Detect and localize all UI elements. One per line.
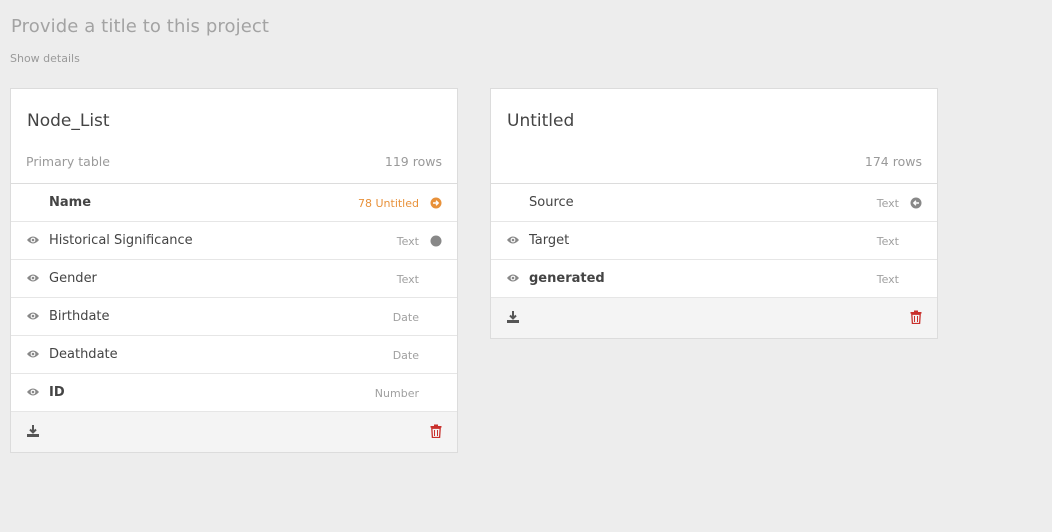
field-type: Number [374, 387, 419, 400]
arrow-right-circle-icon[interactable] [430, 197, 442, 209]
field-row[interactable]: Target Text [491, 222, 937, 260]
trash-icon[interactable] [430, 424, 442, 438]
show-details-link[interactable]: Show details [10, 52, 80, 65]
field-name: generated [529, 271, 605, 286]
field-row[interactable]: Birthdate Date [11, 298, 457, 336]
table-card-footer [491, 298, 937, 338]
field-row[interactable]: ID Number [11, 374, 457, 412]
eye-icon[interactable] [26, 234, 40, 246]
table-card-header: Untitled 174 rows [491, 89, 937, 184]
field-type: Text [876, 235, 899, 248]
field-row[interactable]: Deathdate Date [11, 336, 457, 374]
table-row-count: 119 rows [384, 154, 442, 169]
field-name: Source [529, 195, 574, 210]
eye-icon[interactable] [506, 272, 520, 284]
field-name: Gender [49, 271, 97, 286]
table-title[interactable]: Untitled [507, 111, 574, 131]
table-row-count: 174 rows [864, 154, 922, 169]
download-icon[interactable] [26, 424, 40, 438]
field-name: Birthdate [49, 309, 110, 324]
field-name: Historical Significance [49, 233, 193, 248]
table-title[interactable]: Node_List [27, 111, 110, 131]
table-subtitle: Primary table [26, 154, 110, 169]
download-icon[interactable] [506, 310, 520, 324]
table-card-untitled: Untitled 174 rows Source Text Target Tex… [490, 88, 938, 339]
eye-icon[interactable] [26, 310, 40, 322]
field-type: Text [876, 197, 899, 210]
field-row[interactable]: Historical Significance Text [11, 222, 457, 260]
project-title[interactable]: Provide a title to this project [11, 16, 269, 37]
eye-icon[interactable] [506, 234, 520, 246]
table-card-header: Node_List Primary table 119 rows [11, 89, 457, 184]
field-name: Deathdate [49, 347, 118, 362]
eye-icon[interactable] [26, 386, 40, 398]
field-type: Date [392, 311, 419, 324]
field-row[interactable]: Gender Text [11, 260, 457, 298]
eye-icon[interactable] [26, 272, 40, 284]
field-name: Name [49, 195, 92, 210]
field-name: ID [49, 385, 65, 400]
dot-icon[interactable] [430, 235, 442, 247]
field-type: Date [392, 349, 419, 362]
field-type: Text [876, 273, 899, 286]
table-card-footer [11, 412, 457, 452]
field-row[interactable]: Source Text [491, 184, 937, 222]
eye-icon[interactable] [26, 348, 40, 360]
field-type: Text [396, 273, 419, 286]
arrow-left-circle-icon[interactable] [910, 197, 922, 209]
table-card-node-list: Node_List Primary table 119 rows Name 78… [10, 88, 458, 453]
field-name: Target [529, 233, 570, 248]
field-row[interactable]: Name 78 Untitled [11, 184, 457, 222]
field-type-link[interactable]: 78 Untitled [358, 197, 419, 210]
trash-icon[interactable] [910, 310, 922, 324]
field-type: Text [396, 235, 419, 248]
field-row[interactable]: generated Text [491, 260, 937, 298]
